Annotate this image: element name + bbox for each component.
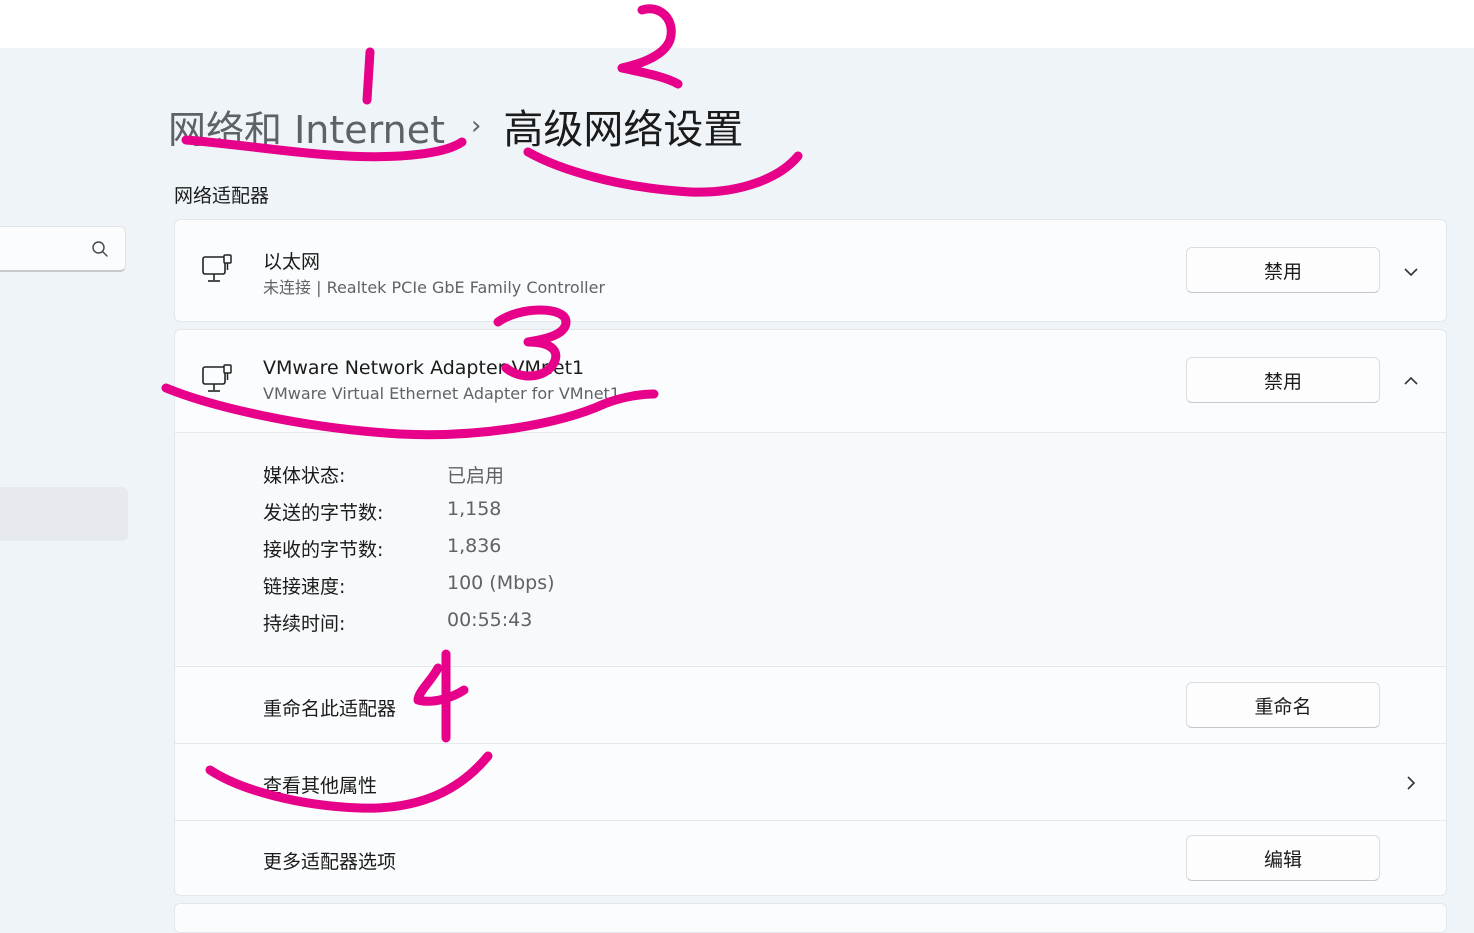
divider <box>175 666 1446 667</box>
breadcrumb: 网络和 Internet › 高级网络设置 <box>168 96 743 156</box>
ethernet-adapter-icon <box>202 364 232 392</box>
disable-button[interactable]: 禁用 <box>1186 247 1380 293</box>
section-label-network-adapters: 网络适配器 <box>174 185 270 207</box>
adapter-name: 以太网 <box>263 251 321 273</box>
annotation-mark-1 <box>362 47 375 105</box>
chevron-down-icon[interactable] <box>1403 264 1419 280</box>
disable-button[interactable]: 禁用 <box>1186 357 1380 403</box>
adapter-name: VMware Network Adapter VMnet1 <box>263 357 585 379</box>
rename-button[interactable]: 重命名 <box>1186 682 1380 728</box>
divider <box>175 743 1446 744</box>
chevron-up-icon[interactable] <box>1403 373 1419 389</box>
annotation-underline-2 <box>523 147 803 197</box>
detail-value-bytes-received: 1,836 <box>447 535 502 557</box>
top-bar <box>0 0 1474 48</box>
detail-value-duration: 00:55:43 <box>447 609 533 631</box>
adapter-description: VMware Virtual Ethernet Adapter for VMne… <box>263 384 621 403</box>
detail-label-duration: 持续时间: <box>263 613 346 635</box>
settings-search-box[interactable] <box>0 226 126 272</box>
rename-adapter-label: 重命名此适配器 <box>263 698 397 720</box>
divider <box>175 432 1446 433</box>
chevron-right-icon[interactable] <box>1403 775 1419 791</box>
adapter-card-ethernet[interactable]: 以太网 未连接 | Realtek PCIe GbE Family Contro… <box>174 219 1447 322</box>
adapter-description: 未连接 | Realtek PCIe GbE Family Controller <box>263 278 606 297</box>
detail-label-link-speed: 链接速度: <box>263 576 346 598</box>
ethernet-adapter-icon <box>202 254 232 282</box>
detail-label-media-status: 媒体状态: <box>263 465 346 487</box>
adapter-card-next[interactable] <box>174 903 1447 933</box>
view-more-properties-link[interactable]: 查看其他属性 <box>263 771 377 798</box>
detail-value-link-speed: 100 (Mbps) <box>447 572 555 594</box>
page-title: 高级网络设置 <box>503 107 744 153</box>
divider <box>175 820 1446 821</box>
more-adapter-options-label: 更多适配器选项 <box>263 851 397 873</box>
detail-value-media-status: 已启用 <box>447 465 505 487</box>
detail-value-bytes-sent: 1,158 <box>447 498 502 520</box>
breadcrumb-separator: › <box>470 111 482 141</box>
adapter-card-vmnet1[interactable]: VMware Network Adapter VMnet1 VMware Vir… <box>174 329 1447 896</box>
sidebar-selected-item[interactable] <box>0 487 128 541</box>
search-icon <box>92 241 108 257</box>
breadcrumb-parent-link[interactable]: 网络和 Internet <box>168 99 445 154</box>
detail-label-bytes-received: 接收的字节数: <box>263 539 384 561</box>
detail-label-bytes-sent: 发送的字节数: <box>263 502 384 524</box>
edit-button[interactable]: 编辑 <box>1186 835 1380 881</box>
